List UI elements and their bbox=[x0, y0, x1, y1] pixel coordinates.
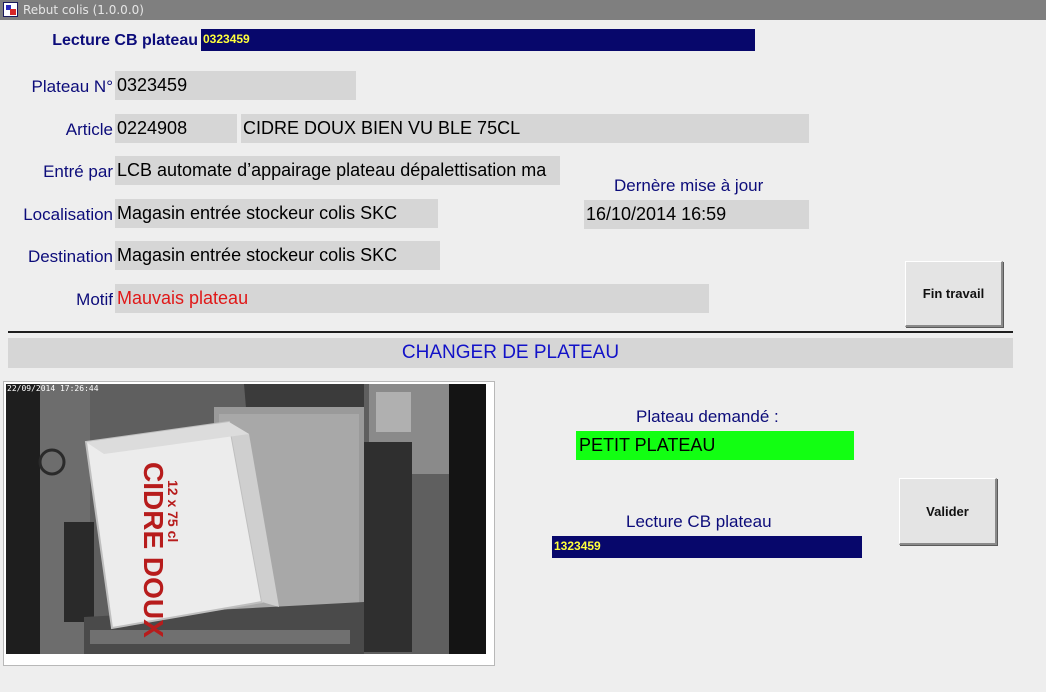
article-desc-field: CIDRE DOUX BIEN VU BLE 75CL bbox=[241, 114, 809, 143]
scan-label: Lecture CB plateau bbox=[52, 32, 198, 49]
valider-button[interactable]: Valider bbox=[899, 478, 997, 545]
scan-input[interactable]: 0323459 bbox=[201, 29, 755, 51]
window-title: Rebut colis (1.0.0.0) bbox=[23, 3, 144, 17]
scan-plateau-label: Lecture CB plateau bbox=[626, 512, 772, 531]
camera-timestamp: 22/09/2014 17:26:44 bbox=[7, 384, 99, 393]
fin-travail-button[interactable]: Fin travail bbox=[905, 261, 1003, 327]
app-icon bbox=[3, 2, 18, 17]
box-brand-text: CIDRE DOUX bbox=[138, 462, 169, 638]
plateau-field: 0323459 bbox=[115, 71, 356, 100]
plateau-label: Plateau N° bbox=[31, 77, 113, 96]
entre-par-label: Entré par bbox=[43, 162, 113, 181]
destination-label: Destination bbox=[27, 247, 113, 266]
entre-par-field: LCB automate d’appairage plateau dépalet… bbox=[115, 156, 560, 185]
camera-image: CIDRE DOUX 12 x 75 cl 22/09/2014 17:26:4… bbox=[4, 382, 494, 665]
article-label: Article bbox=[65, 120, 113, 139]
destination-field: Magasin entrée stockeur colis SKC bbox=[115, 241, 440, 270]
camera-view: CIDRE DOUX 12 x 75 cl 22/09/2014 17:26:4… bbox=[3, 381, 495, 666]
box-format-text: 12 x 75 cl bbox=[165, 480, 181, 542]
motif-field: Mauvais plateau bbox=[115, 284, 709, 313]
section-title: CHANGER DE PLATEAU bbox=[8, 338, 1013, 368]
article-code-field: 0224908 bbox=[115, 114, 237, 143]
last-update-label: Dernère mise à jour bbox=[614, 176, 764, 195]
title-bar: Rebut colis (1.0.0.0) bbox=[0, 0, 1046, 20]
separator-line bbox=[8, 331, 1013, 333]
last-update-field: 16/10/2014 16:59 bbox=[584, 200, 809, 229]
plateau-demande-label: Plateau demandé : bbox=[636, 407, 779, 426]
localisation-field: Magasin entrée stockeur colis SKC bbox=[115, 199, 438, 228]
localisation-label: Localisation bbox=[23, 205, 113, 224]
scan-plateau-input[interactable]: 1323459 bbox=[552, 536, 862, 558]
motif-label: Motif bbox=[76, 290, 113, 309]
plateau-demande-field: PETIT PLATEAU bbox=[576, 431, 854, 460]
